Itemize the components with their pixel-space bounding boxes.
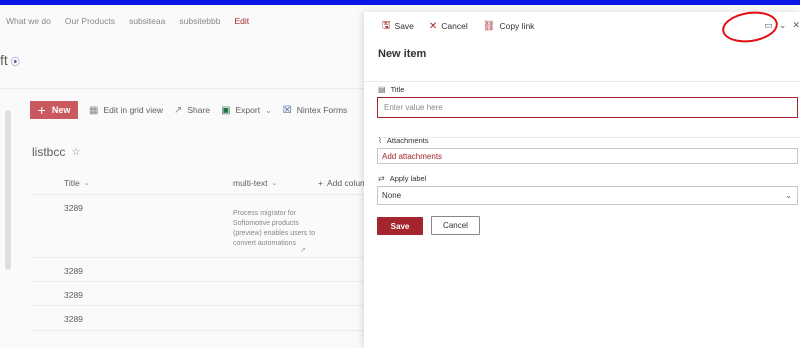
toolbar-cancel-button[interactable]: ✕ Cancel xyxy=(429,21,468,32)
apply-label-text: Apply label xyxy=(389,174,427,183)
site-navigation: What we do Our Products subsiteaa subsit… xyxy=(0,16,257,34)
table-row-title[interactable]: 3289 xyxy=(64,203,83,213)
multi-text-cell: Process migrator for Softomotive product… xyxy=(233,210,316,247)
plus-icon: + xyxy=(318,178,323,188)
plus-icon: + xyxy=(37,102,46,118)
column-header-title[interactable]: Title ⌄ xyxy=(64,178,90,188)
new-item-panel: 🖫 Save ✕ Cancel ⛓ Copy link ▭ ⌄ ✕ New it… xyxy=(364,12,800,348)
row-divider xyxy=(30,257,365,258)
title-field-label: ▤ Title xyxy=(378,85,404,94)
apply-label-field-label: ⇄ Apply label xyxy=(378,174,426,183)
excel-icon: ▣ xyxy=(221,104,231,116)
paperclip-icon: ⌇ xyxy=(378,136,382,145)
export-label: Export xyxy=(235,105,261,115)
teams-icon: ⦿ xyxy=(10,57,20,67)
chevron-down-icon: ⌄ xyxy=(785,191,792,200)
column-header-multi-text[interactable]: multi-text ⌄ xyxy=(233,178,277,188)
save-button[interactable]: Save xyxy=(377,217,423,235)
column-header-title-label: Title xyxy=(64,178,80,188)
chevron-down-icon: ⌄ xyxy=(83,180,90,187)
share-button[interactable]: ↗ Share xyxy=(174,105,210,116)
field-divider xyxy=(378,137,800,138)
close-panel-icon[interactable]: ✕ xyxy=(792,20,800,31)
row-divider xyxy=(30,305,365,306)
nav-edit-link[interactable]: Edit xyxy=(234,16,249,34)
apply-label-value: None xyxy=(382,191,402,200)
site-title-text: ft xyxy=(0,52,8,68)
nav-link-what-we-do[interactable]: What we do xyxy=(6,16,51,34)
nav-link-subsitebbb[interactable]: subsitebbb xyxy=(179,16,220,34)
nintex-icon: ☒ xyxy=(282,104,292,116)
toolbar-save-label: Save xyxy=(394,21,414,31)
row-divider xyxy=(30,194,365,195)
cancel-button[interactable]: Cancel xyxy=(431,216,480,235)
chevron-down-icon: ⌄ xyxy=(271,180,278,187)
command-bar: + New ▦ Edit in grid view ↗ Share ▣ Expo… xyxy=(30,101,347,119)
nav-link-subsiteaa[interactable]: subsiteaa xyxy=(129,16,165,34)
new-button[interactable]: + New xyxy=(30,101,78,119)
panel-title: New item xyxy=(378,48,427,60)
close-icon: ✕ xyxy=(428,20,438,32)
share-label: Share xyxy=(187,105,211,115)
row-divider xyxy=(30,281,365,282)
row-divider xyxy=(30,330,365,331)
add-attachments-link[interactable]: Add attachments xyxy=(377,148,798,164)
nintex-forms-button[interactable]: ☒ Nintex Forms xyxy=(283,105,348,116)
edit-grid-view-label: Edit in grid view xyxy=(103,105,163,115)
title-label-text: Title xyxy=(390,85,405,94)
share-icon: ↗ xyxy=(173,104,183,116)
text-field-icon: ▤ xyxy=(378,85,386,94)
nav-link-our-products[interactable]: Our Products xyxy=(65,16,115,34)
column-header-multi-text-label: multi-text xyxy=(233,178,268,188)
list-title: listbcc ☆ xyxy=(32,145,80,159)
nintex-forms-label: Nintex Forms xyxy=(296,105,348,115)
title-input[interactable]: Enter value here xyxy=(377,97,798,118)
copy-link-button[interactable]: ⛓ Copy link xyxy=(483,21,535,32)
copy-link-label: Copy link xyxy=(499,21,535,31)
screen: What we do Our Products subsiteaa subsit… xyxy=(0,0,800,348)
favorite-star-icon[interactable]: ☆ xyxy=(71,147,80,158)
export-button[interactable]: ▣ Export ⌄ xyxy=(221,105,272,116)
table-row-title[interactable]: 3289 xyxy=(64,290,83,300)
link-icon: ⛓ xyxy=(482,20,496,32)
vertical-scrollbar[interactable] xyxy=(5,110,11,270)
list-title-text: listbcc xyxy=(32,145,66,159)
panel-divider xyxy=(364,81,800,82)
save-icon: 🖫 xyxy=(382,19,391,31)
toolbar-save-button[interactable]: 🖫 Save xyxy=(382,18,414,35)
edit-grid-view-button[interactable]: ▦ Edit in grid view xyxy=(89,105,163,116)
label-arrows-icon: ⇄ xyxy=(378,174,385,183)
site-title: ft ⦿ xyxy=(0,52,20,68)
toolbar-cancel-label: Cancel xyxy=(441,21,468,31)
table-row-title[interactable]: 3289 xyxy=(64,266,83,276)
apply-label-dropdown[interactable]: None ⌄ xyxy=(377,186,798,205)
new-button-label: New xyxy=(51,105,71,115)
table-row-title[interactable]: 3289 xyxy=(64,314,83,324)
attachments-label-text: Attachments xyxy=(386,136,429,145)
grid-icon: ▦ xyxy=(89,104,99,116)
chevron-down-icon: ⌄ xyxy=(265,105,272,115)
chevron-down-icon[interactable]: ⌄ xyxy=(779,20,787,31)
open-details-icon[interactable]: ↗ xyxy=(300,246,306,254)
header-divider xyxy=(0,88,365,89)
attachments-field-label: ⌇ Attachments xyxy=(378,136,429,145)
